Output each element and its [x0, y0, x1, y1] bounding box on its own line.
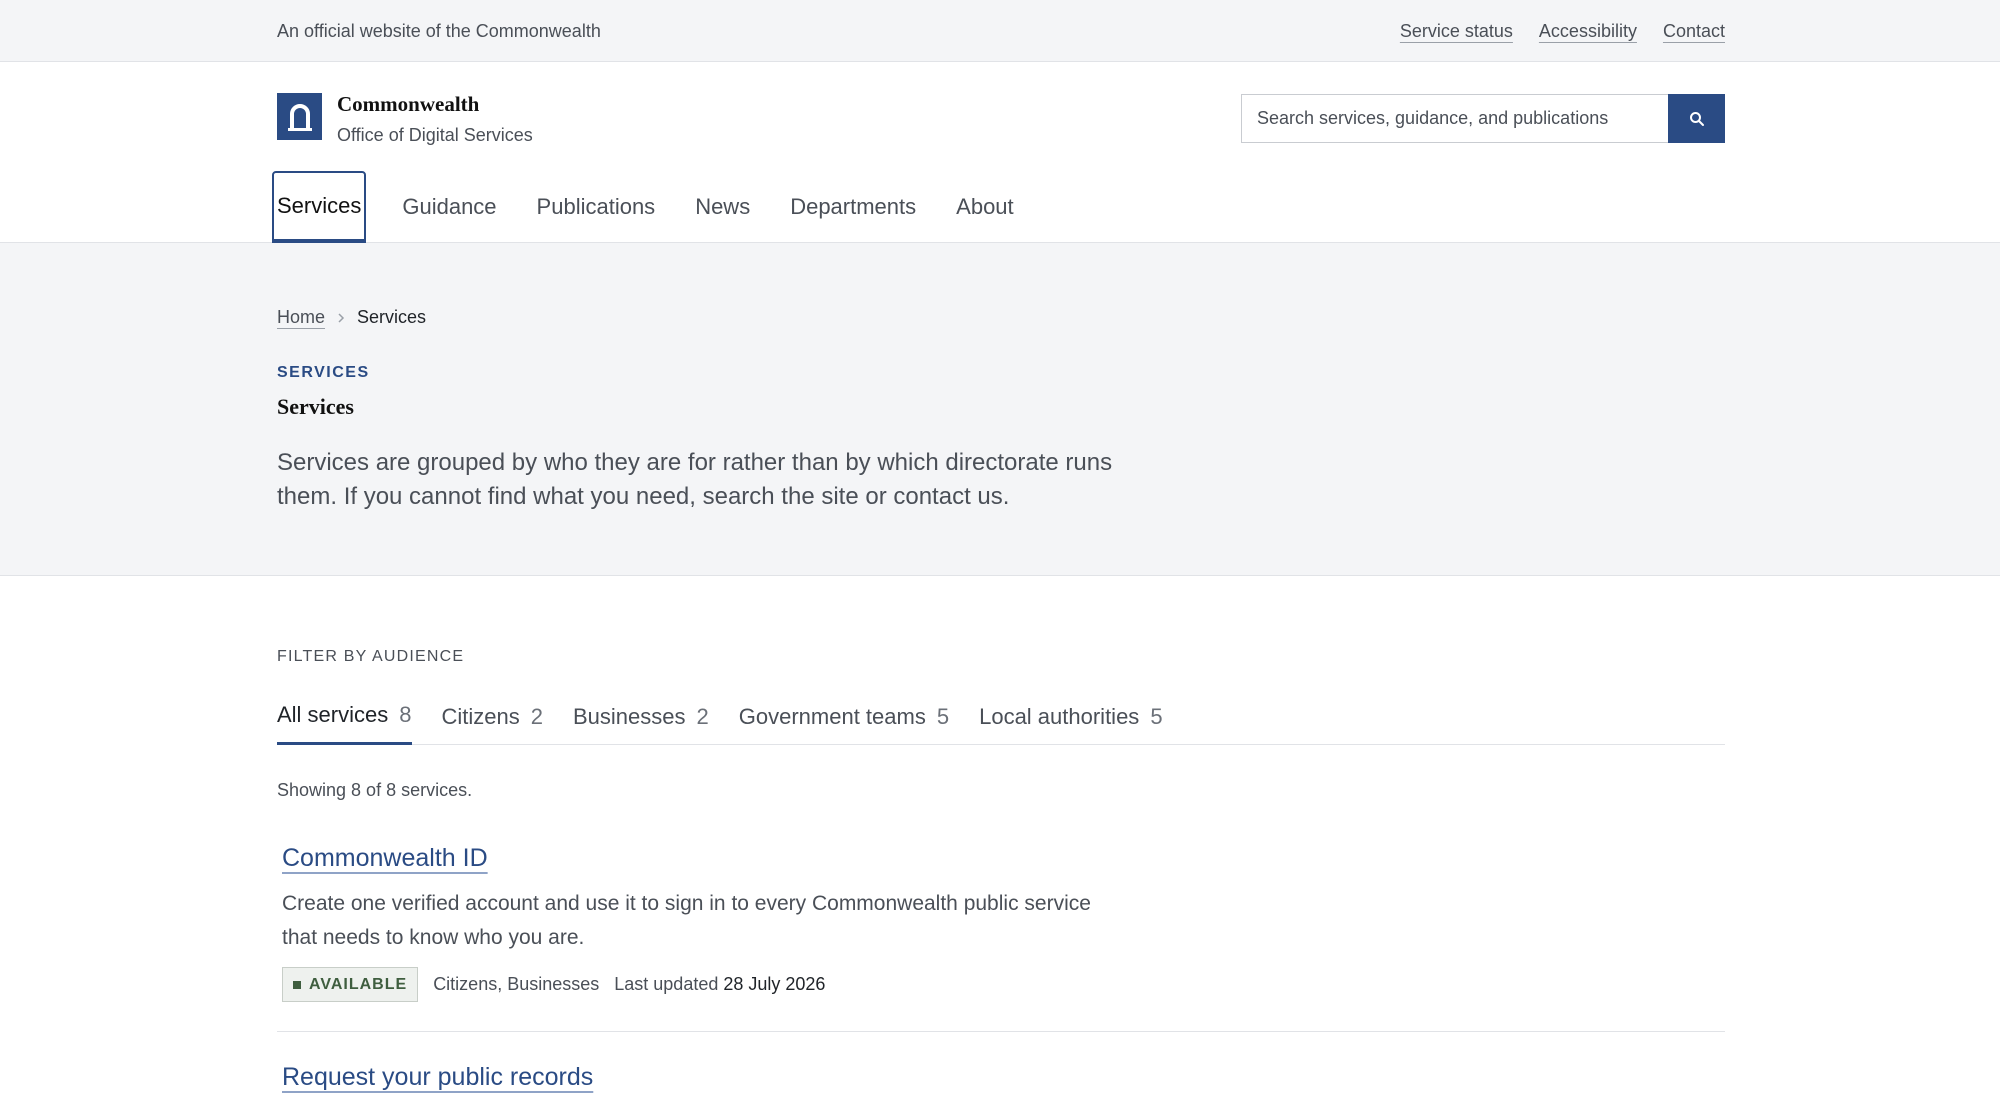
nav-guidance[interactable]: Guidance: [402, 171, 496, 243]
tab-count: 2: [696, 703, 709, 729]
tab-all-services[interactable]: All services 8: [277, 688, 412, 745]
service-title-link[interactable]: Commonwealth ID: [282, 844, 488, 873]
site-search: [1241, 94, 1725, 143]
service-title-link[interactable]: Request your public records: [282, 1063, 593, 1092]
official-banner: An official website of the Commonwealth …: [0, 0, 2000, 62]
site-logo-link[interactable]: Commonwealth Office of Digital Services: [277, 91, 533, 146]
service-status-link[interactable]: Service status: [1400, 21, 1513, 42]
filter-label: FILTER BY AUDIENCE: [277, 648, 465, 665]
page-title: Services: [277, 394, 354, 419]
tab-citizens[interactable]: Citizens 2: [442, 688, 544, 745]
nav-services[interactable]: Services: [272, 171, 367, 243]
section-eyebrow: SERVICES: [277, 364, 370, 381]
last-updated-date: 28 July 2026: [723, 974, 826, 994]
nav-news[interactable]: News: [695, 171, 750, 243]
chevron-right-icon: [337, 312, 345, 324]
list-divider: [277, 1031, 1725, 1032]
service-description: Create one verified account and use it t…: [282, 892, 1091, 949]
tab-businesses[interactable]: Businesses 2: [573, 688, 709, 745]
site-header: Commonwealth Office of Digital Services …: [0, 62, 2000, 243]
services-listing: FILTER BY AUDIENCE All services 8 Citizen…: [0, 576, 2000, 1096]
result-count: Showing 8 of 8 services.: [277, 780, 473, 800]
nav-about[interactable]: About: [956, 171, 1014, 243]
status-square-icon: [293, 980, 301, 989]
official-text: An official website of the Commonwealth: [277, 20, 601, 41]
main-navigation: Services Guidance Publications News Depa…: [272, 171, 1054, 243]
accessibility-link[interactable]: Accessibility: [1539, 21, 1637, 42]
tab-count: 5: [936, 703, 950, 729]
audience-filter-tabs: All services 8 Citizens 2 Businesses 2 Gove…: [277, 688, 1725, 745]
service-meta: AVAILABLE Citizens, Businesses Last upda…: [282, 967, 1725, 1002]
search-input[interactable]: [1241, 94, 1668, 143]
contact-link[interactable]: Contact: [1663, 21, 1725, 42]
utility-links: Service status Accessibility Contact: [1400, 21, 1725, 42]
service-audience: Citizens, Businesses: [433, 974, 600, 994]
tab-local-authorities[interactable]: Local authorities 5: [979, 688, 1162, 745]
page-lede: Services are grouped by who they are for…: [277, 449, 1113, 510]
status-badge: AVAILABLE: [282, 967, 419, 1002]
breadcrumb-home-link[interactable]: Home: [277, 307, 325, 328]
brand-subtitle: Office of Digital Services: [337, 125, 533, 145]
search-icon: [1689, 111, 1704, 126]
last-updated-label: Last updated: [614, 974, 719, 994]
brand-name: Commonwealth: [337, 92, 480, 116]
tab-government-teams[interactable]: Government teams 5: [739, 688, 949, 745]
service-item: Commonwealth ID Create one verified acco…: [282, 844, 1725, 1002]
nav-departments[interactable]: Departments: [790, 171, 916, 243]
service-item: Request your public records: [282, 1063, 1725, 1092]
tab-count: 8: [399, 702, 412, 727]
search-button[interactable]: [1668, 94, 1725, 143]
commonwealth-logo-icon: [277, 93, 322, 140]
breadcrumb: Home Services: [277, 307, 426, 328]
page-intro: Home Services SERVICES Services Services…: [0, 243, 2000, 576]
tab-count: 2: [530, 703, 543, 729]
breadcrumb-current: Services: [357, 307, 427, 327]
nav-publications[interactable]: Publications: [537, 171, 656, 243]
tab-count: 5: [1150, 703, 1163, 729]
